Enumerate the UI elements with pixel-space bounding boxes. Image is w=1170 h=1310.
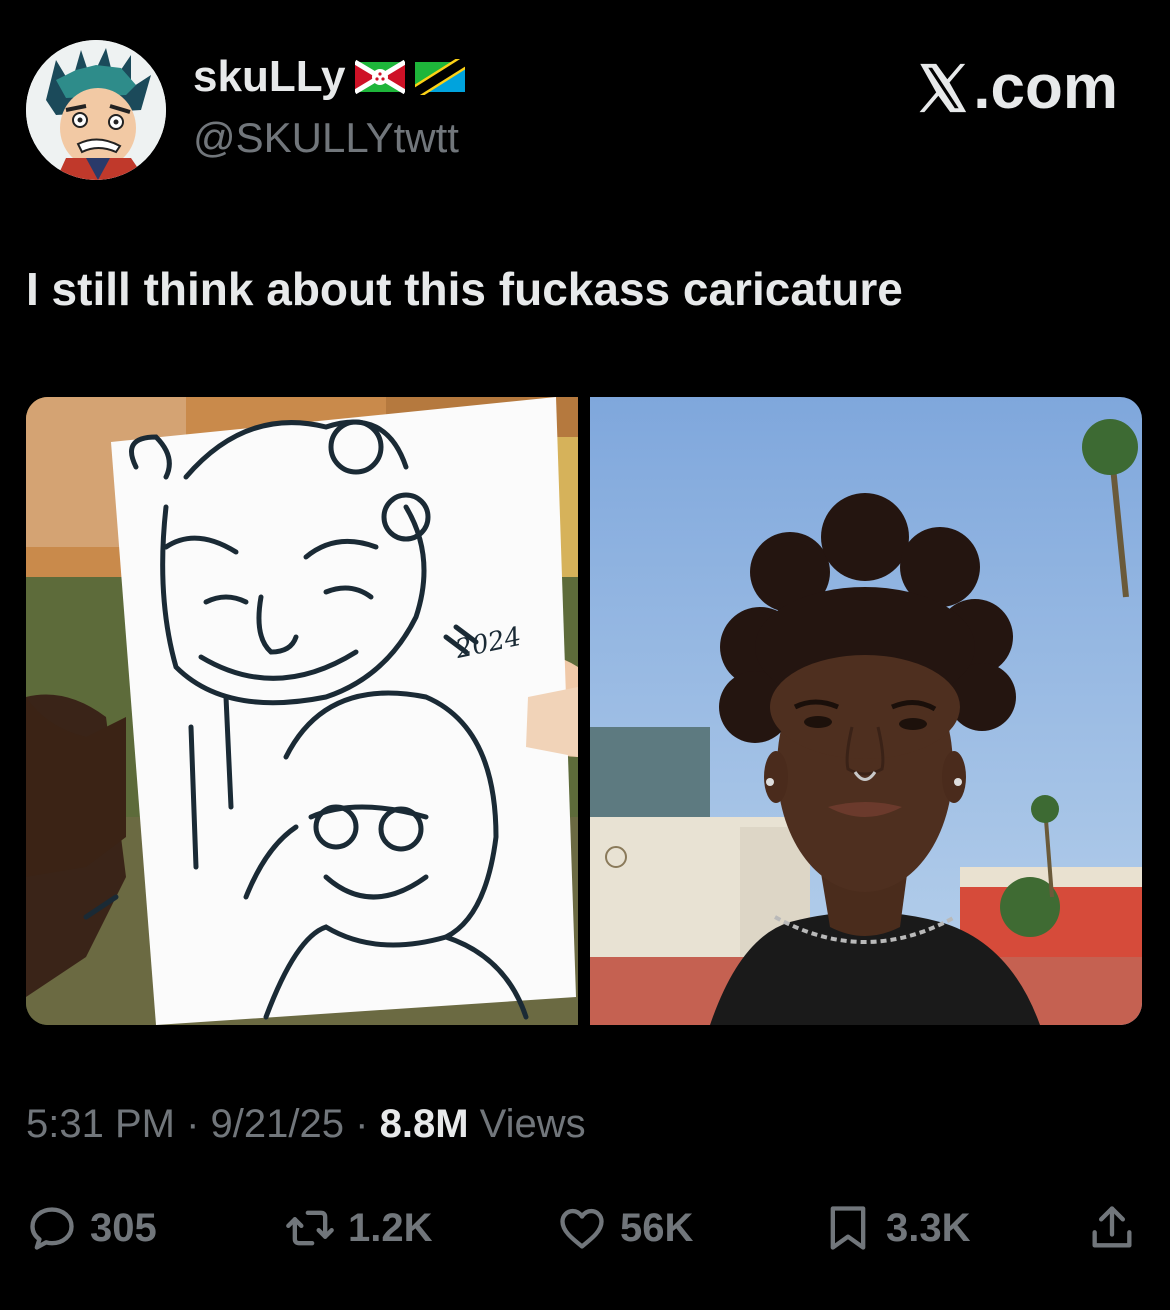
share-button[interactable]	[1086, 1196, 1138, 1260]
heart-icon	[556, 1202, 608, 1254]
tweet-media: 2024	[26, 397, 1142, 1025]
meta-separator: ·	[186, 1102, 200, 1146]
anime-avatar-icon	[26, 40, 166, 180]
reply-count: 305	[90, 1205, 157, 1250]
meta-separator: ·	[355, 1102, 369, 1146]
like-count: 56K	[620, 1205, 694, 1250]
selfie-photo[interactable]	[590, 397, 1142, 1025]
x-logo-icon	[913, 59, 971, 117]
bookmark-icon	[822, 1202, 874, 1254]
tweet-meta: 5:31 PM · 9/21/25 · 8.8M Views	[26, 1102, 586, 1147]
repost-button[interactable]: 1.2K	[284, 1196, 433, 1260]
reply-button[interactable]: 305	[26, 1196, 157, 1260]
like-button[interactable]: 56K	[556, 1196, 693, 1260]
author-avatar[interactable]	[26, 40, 166, 180]
tweet-actions: 305 1.2K 56K 3.3K	[26, 1196, 1142, 1260]
views-label: Views	[479, 1102, 586, 1146]
x-com-brand: .com	[913, 52, 1118, 123]
views-count: 8.8M	[379, 1102, 469, 1146]
tweet-text: I still think about this fuckass caricat…	[26, 263, 903, 315]
author-handle[interactable]: @SKULLYtwtt	[193, 114, 459, 162]
caricature-drawing-photo[interactable]: 2024	[26, 397, 578, 1025]
tweet: skuLLy @SKULLYtwtt .com I still think ab…	[0, 0, 1170, 1310]
repost-count: 1.2K	[348, 1205, 433, 1250]
brand-domain-text: .com	[973, 53, 1118, 122]
share-icon	[1086, 1202, 1138, 1254]
tweet-time[interactable]: 5:31 PM	[26, 1102, 175, 1146]
bookmark-count: 3.3K	[886, 1205, 971, 1250]
author-display-name[interactable]: skuLLy	[193, 52, 466, 102]
repost-icon	[284, 1202, 336, 1254]
flag-burundi-icon	[355, 59, 406, 95]
flag-tanzania-icon	[415, 59, 466, 95]
bookmark-button[interactable]: 3.3K	[822, 1196, 971, 1260]
tweet-date[interactable]: 9/21/25	[211, 1102, 344, 1146]
reply-icon	[26, 1202, 78, 1254]
display-name-text: skuLLy	[193, 52, 346, 101]
